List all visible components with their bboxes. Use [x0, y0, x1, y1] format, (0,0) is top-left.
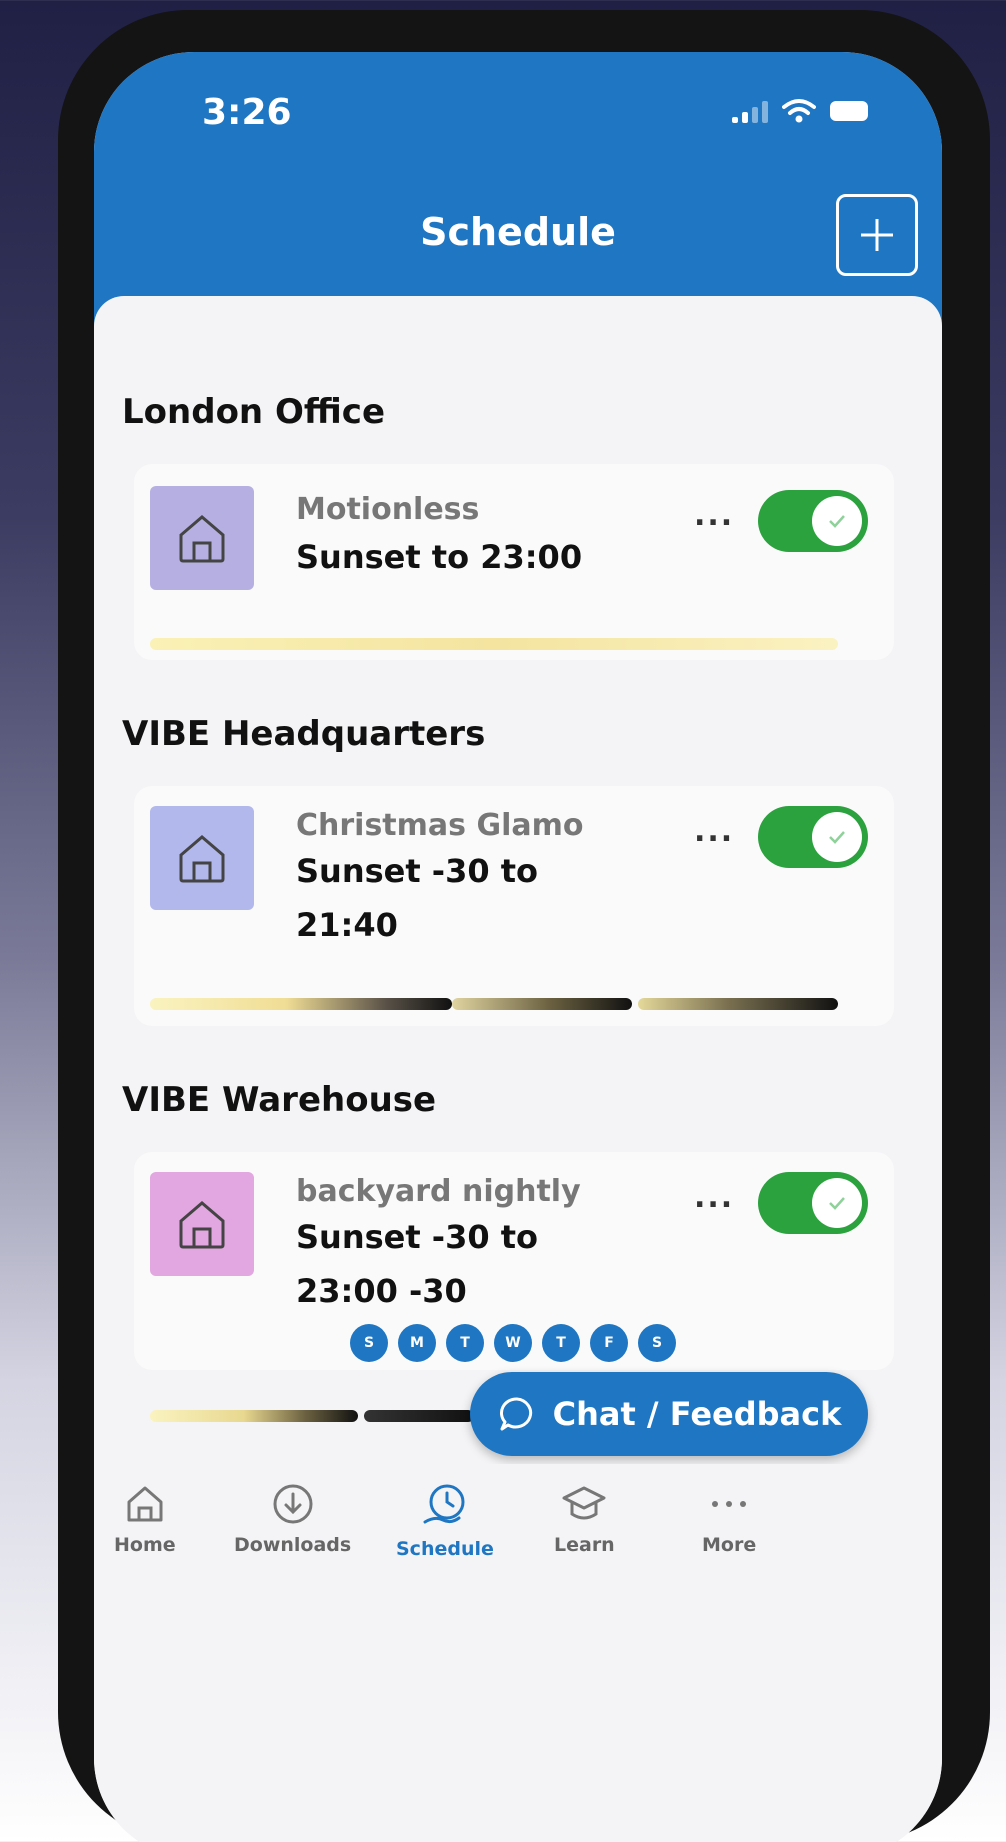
toggle-knob: [812, 1178, 862, 1228]
home-icon: [179, 835, 225, 883]
chat-bubble-icon: [499, 1397, 532, 1431]
light-schedule-bar-segment: [452, 998, 632, 1010]
day-sunday: S: [350, 1324, 388, 1362]
bottom-navigation: Home Downloads Schedule Learn More: [94, 1464, 942, 1644]
toggle-knob: [812, 496, 862, 546]
day-saturday: S: [638, 1324, 676, 1362]
schedule-time-continued: 23:00 -30: [296, 1272, 467, 1310]
nav-item-learn[interactable]: Learn: [554, 1482, 615, 1556]
schedule-thumbnail: [150, 1172, 254, 1276]
schedule-name: Motionless: [296, 492, 480, 527]
add-schedule-button[interactable]: [836, 194, 918, 276]
schedule-thumbnail: [150, 486, 254, 590]
schedule-toggle[interactable]: [758, 1172, 868, 1234]
schedule-time: Sunset to 23:00: [296, 538, 583, 576]
status-icons: [732, 98, 868, 124]
schedule-time: Sunset -30 to: [296, 852, 539, 890]
app-screen: 3:26 Schedule London Office Motionless S…: [94, 52, 942, 1842]
day-monday: M: [398, 1324, 436, 1362]
check-icon: [829, 831, 845, 844]
download-icon: [273, 1484, 313, 1524]
nav-label-downloads: Downloads: [234, 1534, 352, 1556]
section-title-vibe-headquarters: VIBE Headquarters: [122, 714, 486, 754]
nav-label-more: More: [702, 1534, 757, 1556]
more-dots-icon: [712, 1501, 747, 1507]
check-icon: [829, 515, 845, 528]
battery-icon: [830, 101, 868, 121]
light-schedule-bar-segment: [364, 1410, 474, 1422]
schedule-name: backyard nightly: [296, 1174, 581, 1209]
section-title-london-office: London Office: [122, 392, 386, 432]
schedule-time-continued: 21:40: [296, 906, 398, 944]
schedule-options-button[interactable]: ...: [694, 1180, 734, 1215]
schedule-time: Sunset -30 to: [296, 1218, 539, 1256]
schedule-card-motionless[interactable]: Motionless Sunset to 23:00 ...: [134, 464, 894, 660]
home-icon: [179, 1201, 225, 1249]
schedule-options-button[interactable]: ...: [694, 814, 734, 849]
light-schedule-bar: [150, 638, 838, 650]
schedule-toggle[interactable]: [758, 490, 868, 552]
schedule-toggle[interactable]: [758, 806, 868, 868]
page-title: Schedule: [420, 210, 616, 254]
light-schedule-bar-segment: [638, 998, 838, 1010]
schedule-card-christmas-glamo[interactable]: Christmas Glamo Sunset -30 to 21:40 ...: [134, 786, 894, 1026]
nav-label-home: Home: [114, 1534, 176, 1556]
day-wednesday: W: [494, 1324, 532, 1362]
light-schedule-bar-segment: [150, 998, 452, 1010]
day-thursday: T: [542, 1324, 580, 1362]
nav-item-more[interactable]: More: [702, 1482, 756, 1556]
home-icon: [179, 515, 225, 563]
signal-icon: [732, 99, 768, 123]
light-schedule-bar-segment: [150, 1410, 358, 1422]
schedule-name: Christmas Glamo: [296, 808, 584, 843]
nav-item-home[interactable]: Home: [114, 1482, 176, 1556]
plus-icon: [861, 219, 893, 251]
status-time: 3:26: [202, 92, 292, 133]
home-icon: [127, 1486, 163, 1522]
schedule-options-button[interactable]: ...: [694, 498, 734, 533]
nav-item-downloads[interactable]: Downloads: [234, 1482, 351, 1556]
weekday-indicators: S M T W T F S: [350, 1324, 676, 1362]
section-title-vibe-warehouse: VIBE Warehouse: [122, 1080, 437, 1120]
nav-label-learn: Learn: [554, 1534, 615, 1556]
schedule-icon: [423, 1484, 465, 1524]
day-tuesday: T: [446, 1324, 484, 1362]
graduation-cap-icon: [562, 1486, 606, 1520]
check-icon: [829, 1197, 845, 1210]
chat-feedback-button[interactable]: Chat / Feedback: [470, 1372, 868, 1456]
nav-label-schedule: Schedule: [396, 1538, 494, 1560]
wifi-icon: [782, 99, 816, 123]
nav-item-schedule[interactable]: Schedule: [396, 1482, 494, 1560]
toggle-knob: [812, 812, 862, 862]
schedule-thumbnail: [150, 806, 254, 910]
chat-feedback-label: Chat / Feedback: [552, 1395, 842, 1433]
day-friday: F: [590, 1324, 628, 1362]
